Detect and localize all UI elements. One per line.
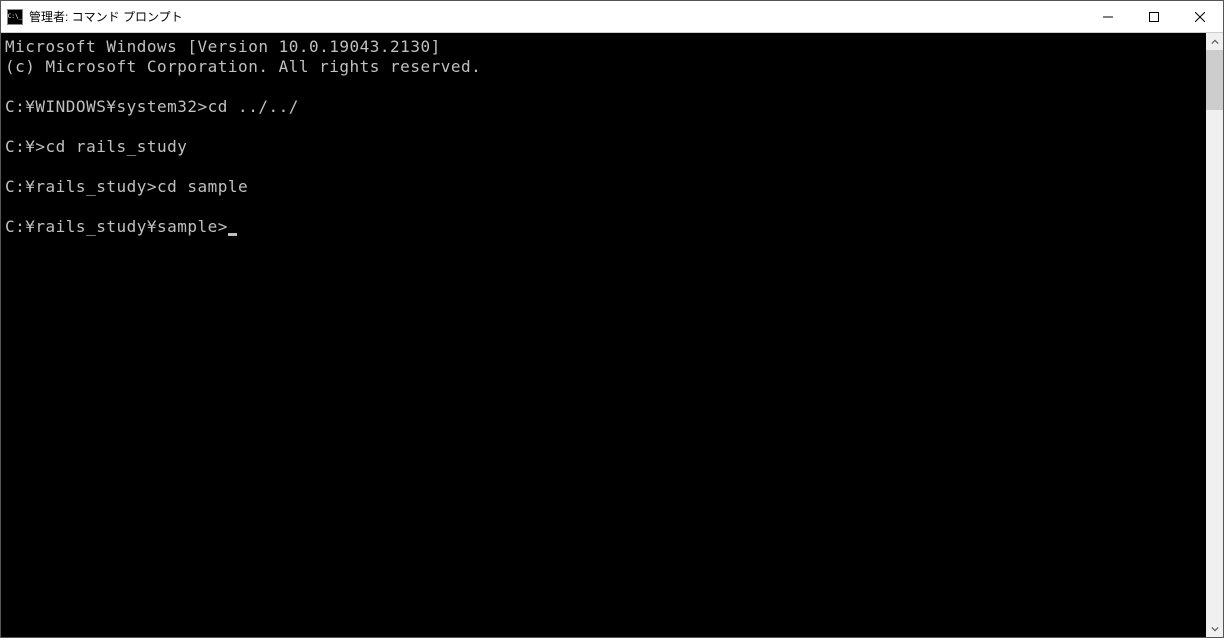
command-prompt-window: 管理者: コマンド プロンプト Microsoft Windows [Versi… — [0, 0, 1224, 638]
terminal-area: Microsoft Windows [Version 10.0.19043.21… — [1, 33, 1223, 637]
terminal-line: Microsoft Windows [Version 10.0.19043.21… — [5, 37, 1202, 57]
terminal-content[interactable]: Microsoft Windows [Version 10.0.19043.21… — [1, 33, 1206, 637]
close-icon — [1195, 12, 1205, 22]
maximize-button[interactable] — [1131, 1, 1177, 32]
scroll-up-button[interactable] — [1206, 33, 1223, 50]
text-cursor — [228, 233, 237, 236]
scroll-thumb[interactable] — [1206, 50, 1223, 110]
terminal-line — [5, 197, 1202, 217]
minimize-button[interactable] — [1085, 1, 1131, 32]
terminal-line: C:¥rails_study>cd sample — [5, 177, 1202, 197]
scroll-track[interactable] — [1206, 50, 1223, 620]
chevron-down-icon — [1211, 625, 1219, 633]
terminal-line: (c) Microsoft Corporation. All rights re… — [5, 57, 1202, 77]
titlebar[interactable]: 管理者: コマンド プロンプト — [1, 1, 1223, 33]
terminal-line — [5, 117, 1202, 137]
scroll-down-button[interactable] — [1206, 620, 1223, 637]
terminal-line: C:¥>cd rails_study — [5, 137, 1202, 157]
terminal-line — [5, 157, 1202, 177]
window-controls — [1085, 1, 1223, 32]
titlebar-left: 管理者: コマンド プロンプト — [1, 8, 183, 25]
terminal-line: C:¥WINDOWS¥system32>cd ../../ — [5, 97, 1202, 117]
minimize-icon — [1103, 12, 1113, 22]
vertical-scrollbar[interactable] — [1206, 33, 1223, 637]
cmd-icon — [7, 9, 23, 25]
window-title: 管理者: コマンド プロンプト — [29, 8, 183, 25]
chevron-up-icon — [1211, 38, 1219, 46]
maximize-icon — [1149, 12, 1159, 22]
terminal-line — [5, 77, 1202, 97]
close-button[interactable] — [1177, 1, 1223, 32]
terminal-line: C:¥rails_study¥sample> — [5, 217, 1202, 237]
